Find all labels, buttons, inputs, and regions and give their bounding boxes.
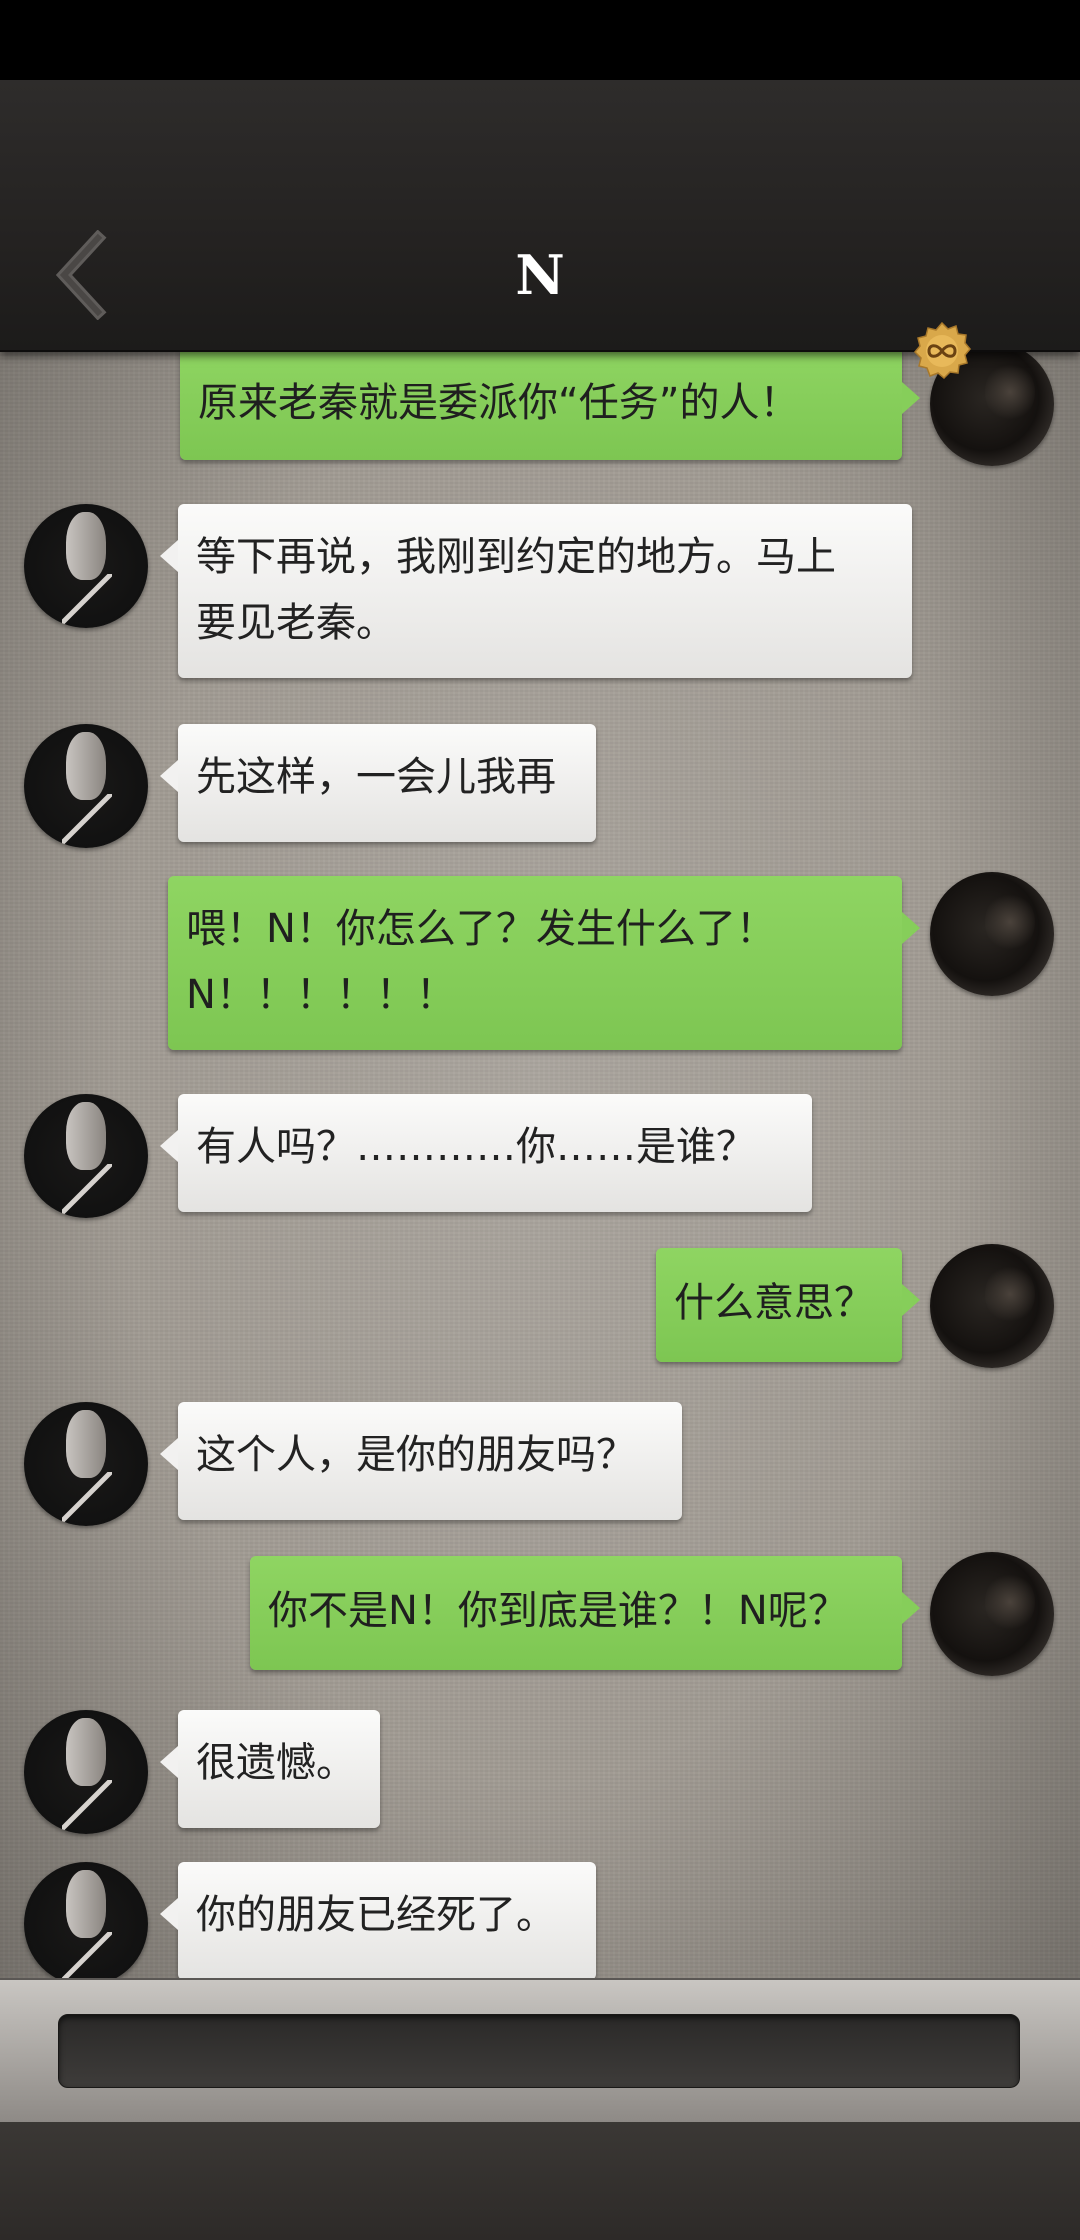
status-bar: [0, 0, 1080, 80]
message-bubble-incoming: 有人吗？…………你……是谁？: [160, 1094, 812, 1212]
message-text: 先这样，一会儿我再: [196, 754, 556, 800]
message-bubble-outgoing: 喂！N！你怎么了？发生什么了！ N！！！！！！: [168, 876, 920, 1050]
bottom-bar: [0, 2120, 1080, 2240]
avatar-me[interactable]: [930, 1552, 1054, 1676]
avatar-n[interactable]: [24, 1094, 148, 1218]
message-bubble-incoming: 很遗憾。: [160, 1710, 380, 1828]
message-text: 什么意思？: [674, 1280, 874, 1326]
infinity-badge-icon: [913, 321, 971, 380]
avatar-n[interactable]: [24, 1710, 148, 1834]
message-bubble-outgoing: 你不是N！你到底是谁？！N呢？: [250, 1556, 920, 1670]
avatar-n[interactable]: [24, 724, 148, 848]
avatar-n[interactable]: [24, 1862, 148, 1980]
message-bubble-incoming: 这个人，是你的朋友吗？: [160, 1402, 682, 1520]
message-text: 有人吗？…………你……是谁？: [196, 1124, 756, 1170]
message-input[interactable]: [58, 2014, 1020, 2088]
avatar-n[interactable]: [24, 1402, 148, 1526]
input-bar: [0, 1978, 1080, 2122]
message-text: 很遗憾。: [196, 1740, 356, 1786]
message-list[interactable]: 原来老秦就是委派你“任务”的人！ 等下再说，我刚到约定的地方。马上 要见老秦。 …: [0, 350, 1080, 1980]
message-text: 要见老秦。: [196, 600, 396, 646]
infinity-badge-button[interactable]: [913, 321, 971, 380]
chat-title: N: [515, 243, 565, 307]
message-bubble-outgoing: 原来老秦就是委派你“任务”的人！: [180, 350, 920, 460]
avatar-me[interactable]: [930, 1244, 1054, 1368]
message-text: 这个人，是你的朋友吗？: [196, 1432, 636, 1478]
message-text: 你的朋友已经死了。: [196, 1892, 556, 1938]
message-text: 等下再说，我刚到约定的地方。马上: [196, 534, 836, 580]
message-text: 你不是N！你到底是谁？！N呢？: [268, 1588, 848, 1634]
avatar-me[interactable]: [930, 872, 1054, 996]
message-text: N！！！！！！: [186, 972, 456, 1018]
message-bubble-incoming: 等下再说，我刚到约定的地方。马上 要见老秦。: [160, 504, 912, 678]
message-bubble-outgoing: 什么意思？: [656, 1248, 920, 1362]
message-text: 喂！N！你怎么了？发生什么了！: [186, 906, 776, 952]
message-text: 原来老秦就是委派你“任务”的人！: [198, 380, 800, 426]
message-bubble-incoming: 你的朋友已经死了。: [160, 1862, 596, 1980]
avatar-n[interactable]: [24, 504, 148, 628]
chat-app: N 原来老秦就是委派你“任务”的人！ 等下再说，我刚到约定的地方。马上 要见老秦…: [0, 0, 1080, 2240]
chat-header: N: [0, 80, 1080, 380]
message-bubble-incoming: 先这样，一会儿我再: [160, 724, 596, 842]
